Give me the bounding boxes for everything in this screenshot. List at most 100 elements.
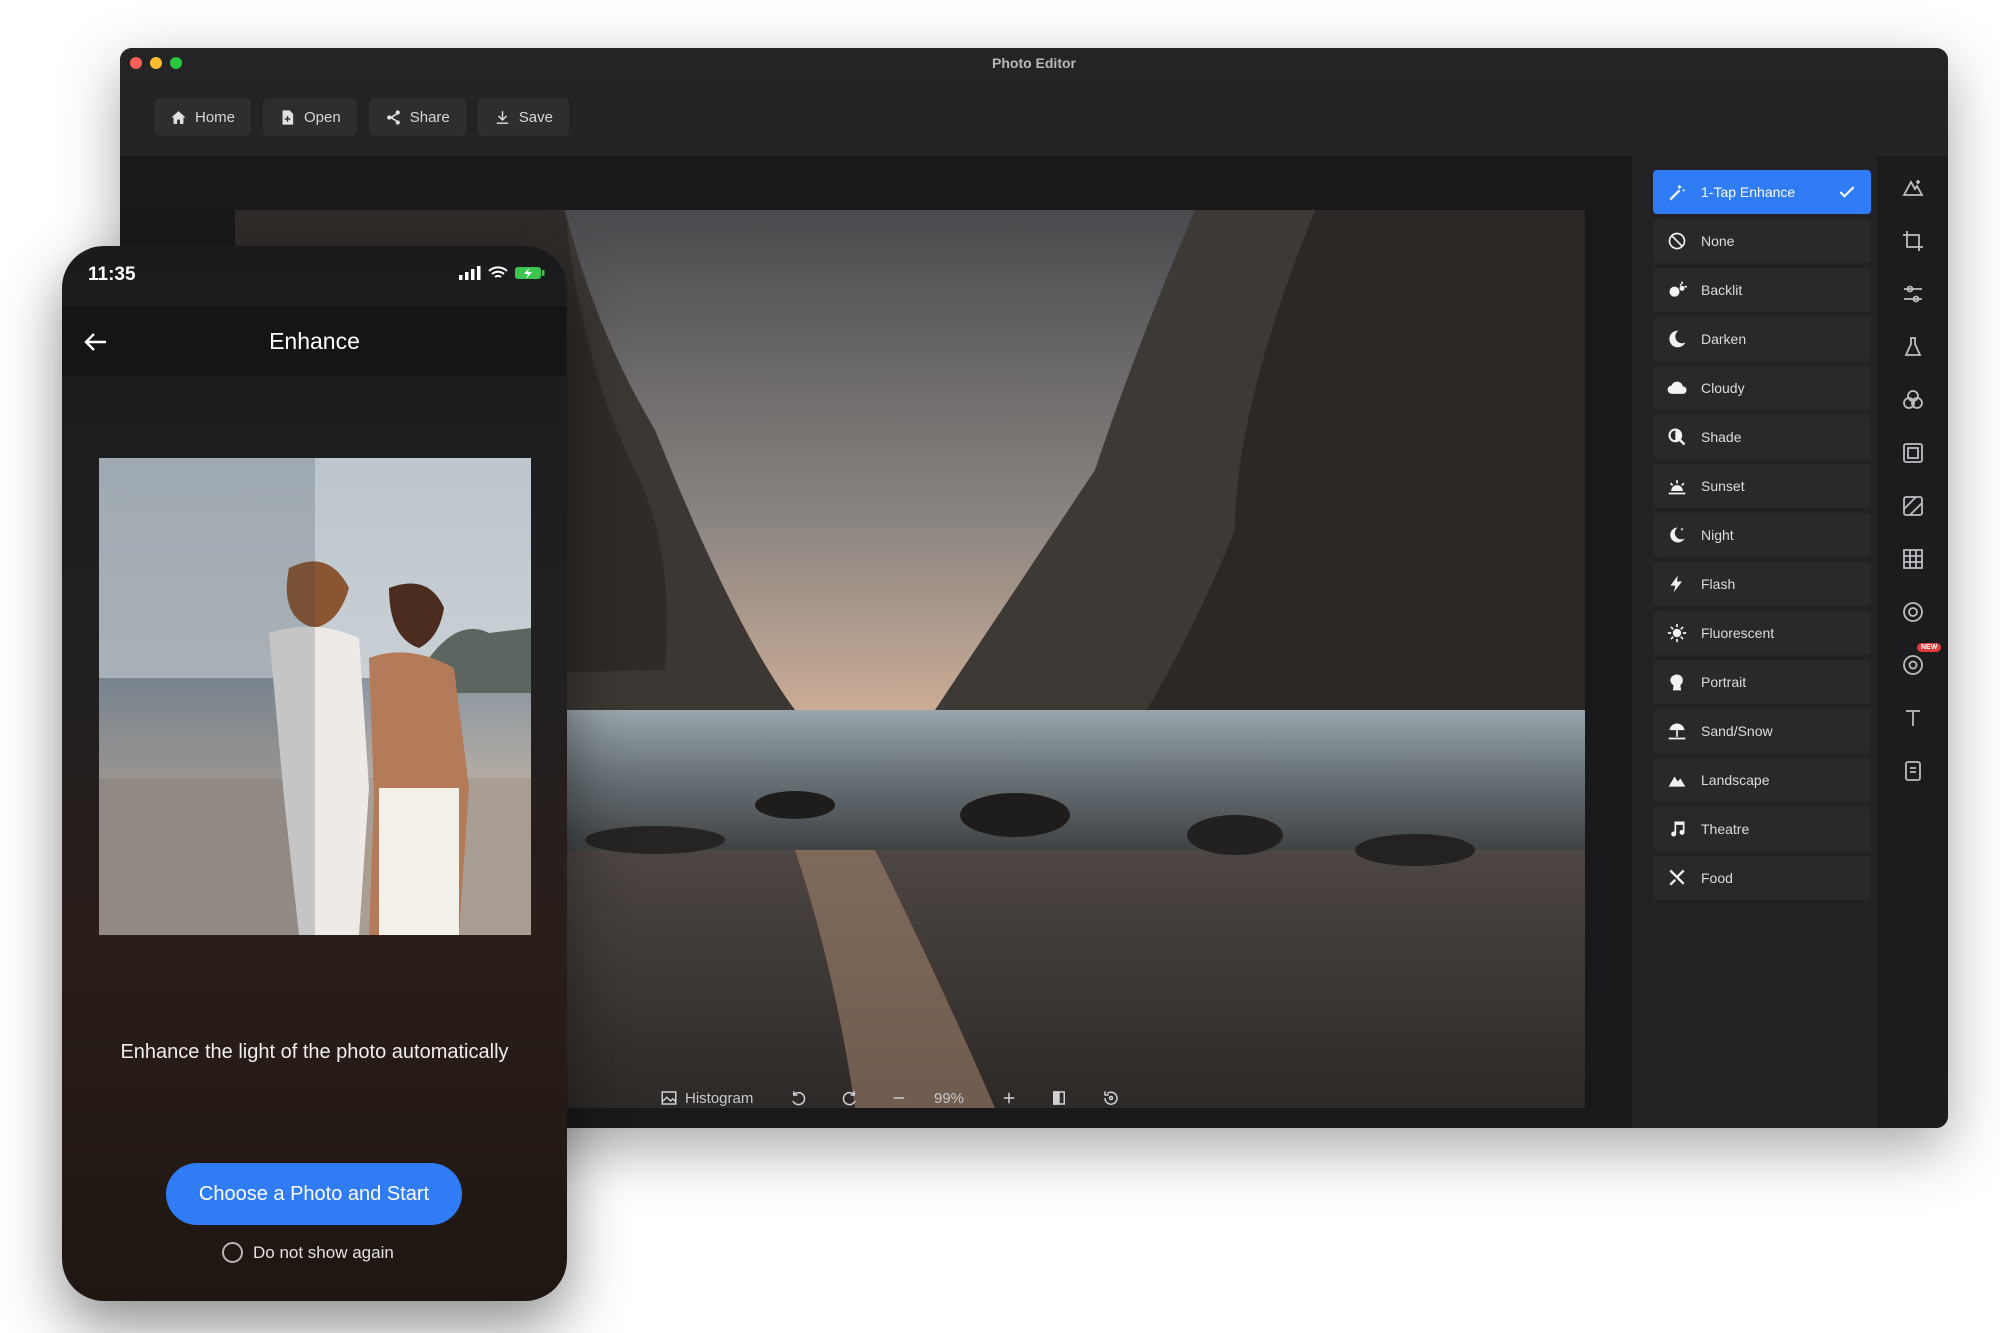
filter-label: Flash bbox=[1701, 576, 1736, 592]
filter-label: Sand/Snow bbox=[1701, 723, 1773, 739]
open-file-icon bbox=[282, 109, 294, 125]
filter-1-tap-enhance[interactable]: 1-Tap Enhance bbox=[1653, 170, 1871, 214]
checkmark-icon bbox=[1839, 186, 1855, 198]
texture-tool[interactable] bbox=[1901, 494, 1925, 518]
reset-icon bbox=[1104, 1091, 1118, 1105]
open-button-label: Open bbox=[304, 108, 341, 126]
filter-label: Backlit bbox=[1701, 282, 1743, 298]
filter-list: 1-Tap Enhance None Backlit Darken Cloudy Shad… bbox=[1653, 170, 1871, 905]
status-time: 11:35 bbox=[88, 264, 136, 285]
zoom-in-button[interactable] bbox=[1000, 1089, 1018, 1107]
crop-tool[interactable] bbox=[1901, 229, 1925, 253]
do-not-show-label: Do not show again bbox=[253, 1242, 394, 1262]
do-not-show-again-option[interactable]: Do not show again bbox=[222, 1242, 394, 1263]
choose-photo-button[interactable]: Choose a Photo and Start bbox=[166, 1163, 462, 1225]
minus-icon bbox=[893, 1097, 905, 1099]
filter-sand-snow[interactable]: Sand/Snow bbox=[1653, 709, 1871, 753]
sunset-icon bbox=[1668, 480, 1686, 495]
notes-tool[interactable] bbox=[1901, 759, 1925, 783]
mosaic-icon bbox=[1903, 549, 1923, 569]
adjust-tool[interactable] bbox=[1901, 282, 1925, 306]
new-badge: NEW bbox=[1917, 643, 1942, 652]
new-feature-tool[interactable]: NEW bbox=[1901, 643, 1942, 677]
zoom-level: 99% bbox=[934, 1090, 964, 1107]
battery-icon bbox=[515, 267, 545, 279]
filter-backlit[interactable]: Backlit bbox=[1653, 268, 1871, 312]
window-title: Photo Editor bbox=[992, 55, 1076, 71]
redo-button[interactable] bbox=[840, 1089, 858, 1107]
download-icon bbox=[496, 110, 508, 124]
home-button[interactable]: Home bbox=[154, 98, 252, 136]
close-window-button[interactable] bbox=[130, 57, 142, 69]
signal-icon bbox=[459, 266, 481, 280]
compare-button[interactable] bbox=[1050, 1089, 1068, 1107]
filter-landscape[interactable]: Landscape bbox=[1653, 758, 1871, 802]
maximize-window-button[interactable] bbox=[170, 57, 182, 69]
tool-rail: NEW bbox=[1877, 156, 1948, 1128]
filter-label: 1-Tap Enhance bbox=[1701, 184, 1796, 200]
phone-title: Enhance bbox=[269, 327, 360, 354]
phone-description: Enhance the light of the photo automatic… bbox=[120, 1041, 509, 1063]
reset-button[interactable] bbox=[1102, 1089, 1120, 1107]
filter-label: Night bbox=[1701, 527, 1734, 543]
magic-wand-icon bbox=[1669, 184, 1686, 201]
mountain-icon bbox=[1668, 776, 1686, 787]
wifi-icon bbox=[488, 266, 508, 278]
effects-tool[interactable] bbox=[1901, 388, 1925, 412]
filter-label: Fluorescent bbox=[1701, 625, 1775, 641]
filter-flash[interactable]: Flash bbox=[1653, 562, 1871, 606]
utensils-icon bbox=[1669, 869, 1685, 886]
undo-button[interactable] bbox=[790, 1089, 808, 1107]
moon-icon bbox=[1669, 330, 1686, 348]
save-button[interactable]: Save bbox=[477, 98, 569, 136]
frame-icon bbox=[1903, 443, 1923, 463]
title-bar: Photo Editor bbox=[120, 48, 1948, 78]
histogram-button[interactable]: Histogram bbox=[660, 1089, 753, 1107]
image-icon bbox=[661, 1091, 677, 1105]
filter-food[interactable]: Food bbox=[1653, 856, 1871, 900]
texture-icon bbox=[1903, 496, 1923, 516]
flask-icon bbox=[1904, 337, 1922, 356]
compare-icon bbox=[1053, 1091, 1065, 1105]
night-icon bbox=[1670, 527, 1685, 543]
filter-fluorescent[interactable]: Fluorescent bbox=[1653, 611, 1871, 655]
filter-none[interactable]: None bbox=[1653, 219, 1871, 263]
frame-tool[interactable] bbox=[1901, 441, 1925, 465]
filter-label: Landscape bbox=[1701, 772, 1770, 788]
zoom-out-button[interactable] bbox=[890, 1089, 908, 1107]
flash-icon bbox=[1670, 575, 1682, 593]
music-note-icon bbox=[1671, 821, 1685, 837]
paint-tool[interactable] bbox=[1901, 335, 1925, 359]
minimize-window-button[interactable] bbox=[150, 57, 162, 69]
do-not-show-radio[interactable] bbox=[222, 1242, 243, 1263]
filter-theatre[interactable]: Theatre bbox=[1653, 807, 1871, 851]
target-icon bbox=[1903, 602, 1923, 622]
filter-darken[interactable]: Darken bbox=[1653, 317, 1871, 361]
filter-portrait[interactable]: Portrait bbox=[1653, 660, 1871, 704]
backlit-icon bbox=[1669, 281, 1687, 297]
portrait-icon bbox=[1670, 674, 1683, 691]
filter-cloudy[interactable]: Cloudy bbox=[1653, 366, 1871, 410]
back-button[interactable] bbox=[82, 328, 110, 356]
open-button[interactable]: Open bbox=[263, 98, 357, 136]
fluorescent-icon bbox=[1667, 623, 1687, 643]
mosaic-tool[interactable] bbox=[1901, 547, 1925, 571]
filter-night[interactable]: Night bbox=[1653, 513, 1871, 557]
filter-sunset[interactable]: Sunset bbox=[1653, 464, 1871, 508]
phone-mockup: 11:35 Enhance Enhance the light of the p… bbox=[62, 246, 567, 1301]
filter-label: Cloudy bbox=[1701, 380, 1745, 396]
filter-shade[interactable]: Shade bbox=[1653, 415, 1871, 459]
text-tool[interactable] bbox=[1901, 706, 1925, 730]
cloud-icon bbox=[1667, 381, 1687, 394]
enhance-tool[interactable] bbox=[1901, 176, 1925, 200]
filter-label: None bbox=[1701, 233, 1735, 249]
document-icon bbox=[1905, 761, 1921, 781]
shade-icon bbox=[1668, 428, 1686, 446]
share-button[interactable]: Share bbox=[368, 98, 466, 136]
window-controls bbox=[130, 57, 182, 69]
share-icon bbox=[386, 109, 400, 125]
redo-icon bbox=[842, 1091, 856, 1106]
filter-label: Theatre bbox=[1701, 821, 1750, 837]
home-button-label: Home bbox=[195, 108, 236, 126]
vignette-tool[interactable] bbox=[1901, 600, 1925, 624]
